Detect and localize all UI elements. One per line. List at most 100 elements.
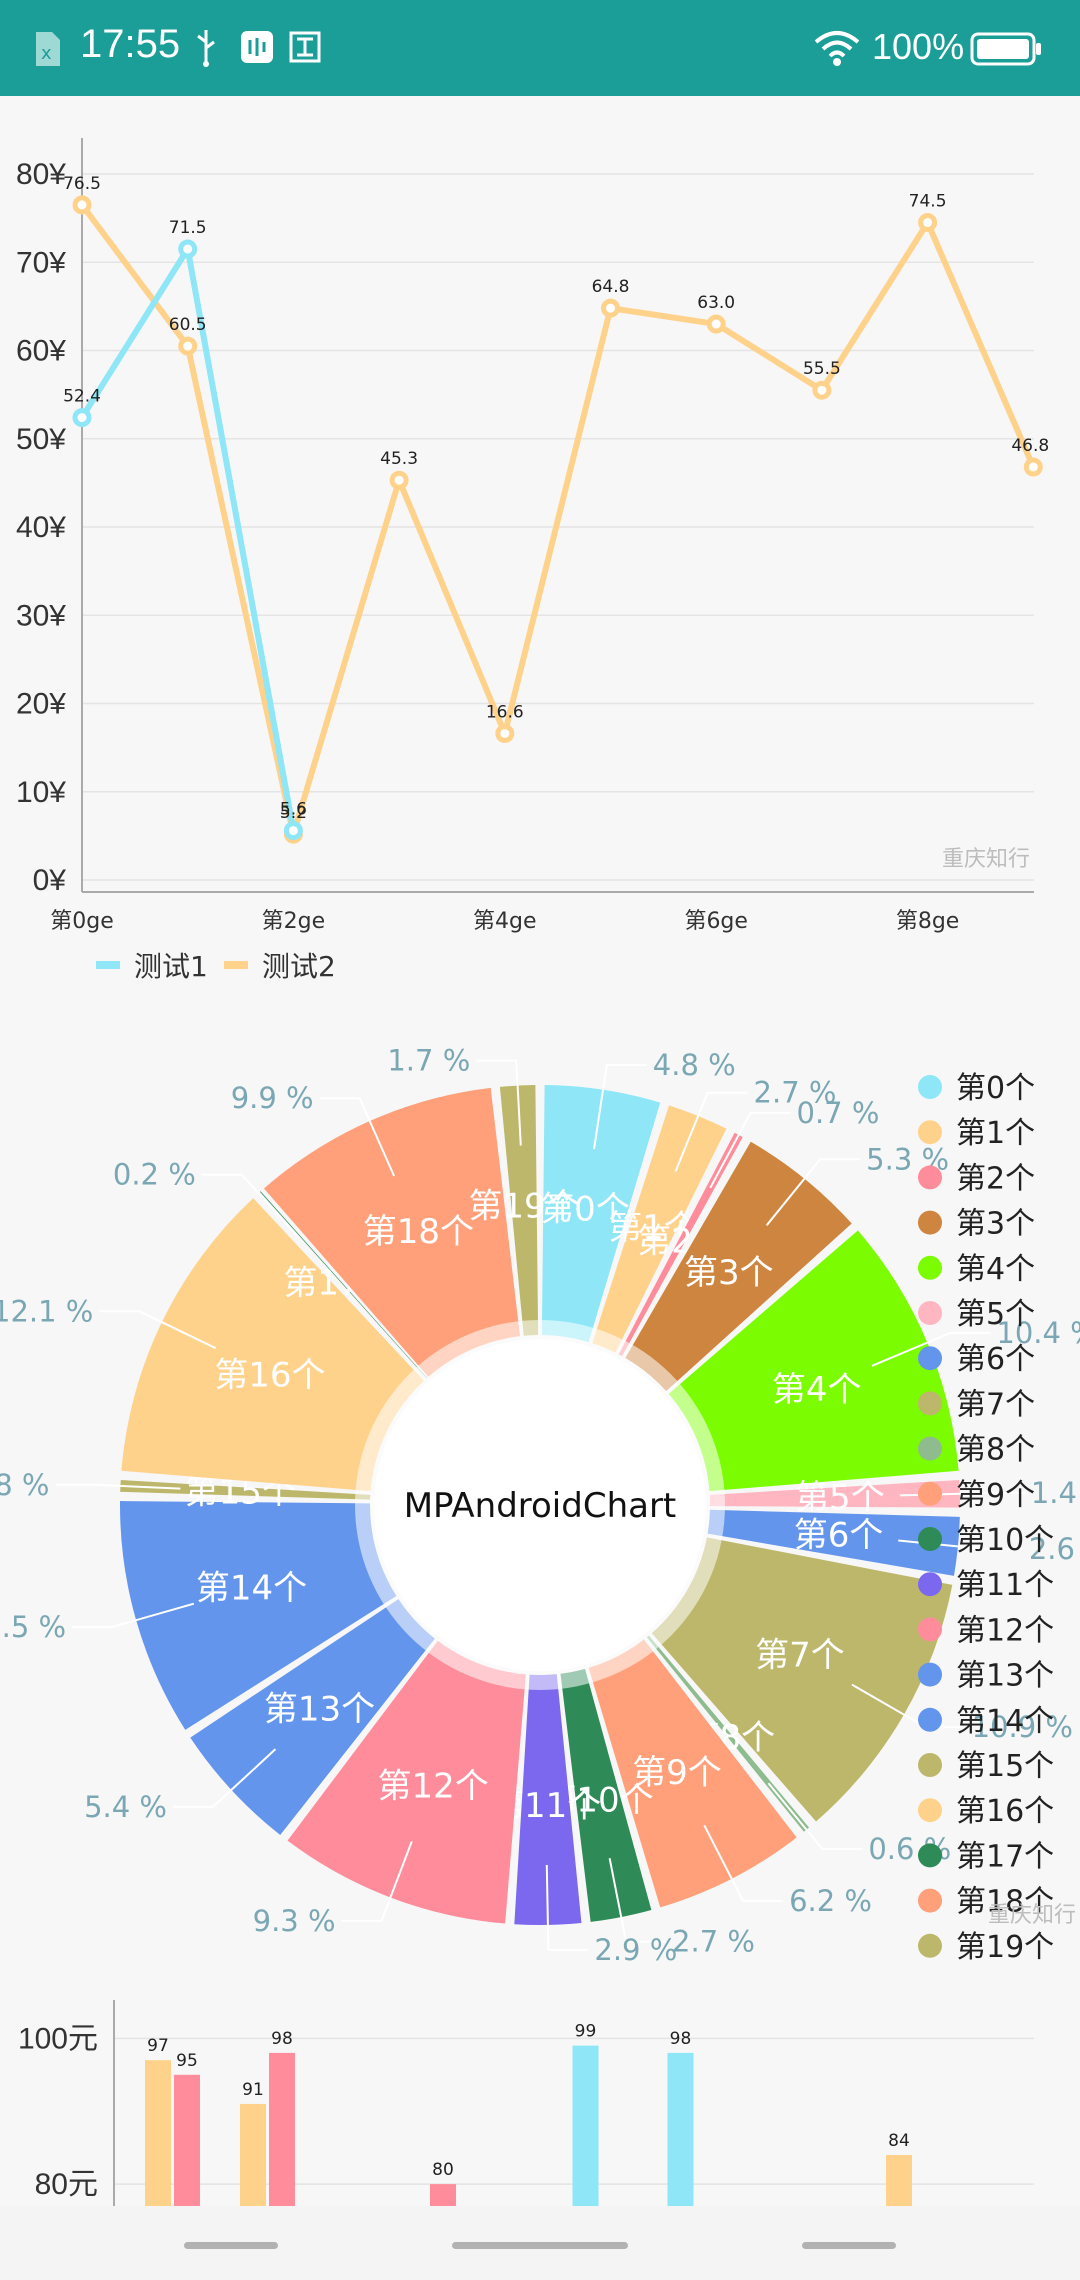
- slice-value-label: 4.8 %: [653, 1048, 736, 1082]
- x-tick-label: 第0ge: [50, 909, 114, 934]
- legend-label: 第19个: [956, 1930, 1054, 1965]
- legend-swatch: [918, 1798, 942, 1823]
- bar: [430, 2184, 456, 2206]
- legend-swatch: [918, 1933, 942, 1958]
- data-label: 76.5: [63, 174, 101, 194]
- series-point: [601, 298, 620, 318]
- screenshot-icon: [289, 31, 321, 63]
- legend-swatch: [918, 1481, 942, 1506]
- pie-chart[interactable]: 第0个4.8 %第1个2.7 %第2个0.7 %第3个5.3 %第4个10.4 …: [0, 1040, 1080, 1980]
- slice-label: 第4个: [772, 1370, 862, 1410]
- legend-swatch: [918, 1210, 942, 1235]
- slice-label: 第5个: [795, 1478, 885, 1518]
- legend-swatch: [918, 1662, 942, 1687]
- x-tick-label: 第6ge: [684, 909, 748, 934]
- x-tick-label: 第8ge: [896, 909, 960, 934]
- data-label: 74.5: [909, 192, 947, 212]
- bar-chart[interactable]: 80元 100元 97 95 91 98 80 99 98 84: [0, 1980, 1080, 2206]
- series-line-1: [79, 240, 297, 832]
- series-point: [72, 195, 92, 215]
- data-label: 55.5: [803, 359, 841, 379]
- slice-value-label: 0.7 %: [797, 1096, 880, 1130]
- legend-swatch: [918, 1527, 942, 1551]
- slice-label: 第13个: [264, 1689, 375, 1729]
- legend-swatch: [918, 1436, 942, 1461]
- bar: [145, 2060, 171, 2206]
- y-tick-label: 20¥: [16, 688, 66, 721]
- bar-value-label: 95: [176, 2051, 198, 2071]
- legend-label: 测试2: [262, 950, 336, 983]
- slice-value-label: 6.2 %: [789, 1884, 872, 1918]
- slice-value-label: 2.7 %: [672, 1925, 755, 1959]
- series-point: [495, 724, 515, 744]
- y-tick-label: 80元: [35, 2168, 98, 2201]
- y-tick-label: 70¥: [16, 246, 66, 279]
- slice-value-label: 0.8 %: [0, 1468, 49, 1502]
- nav-back-button[interactable]: [802, 2242, 896, 2249]
- legend-label: 第8个: [956, 1433, 1035, 1468]
- nav-menu-button[interactable]: [184, 2242, 278, 2249]
- slice-value-label: 9.9 %: [231, 1081, 314, 1115]
- slice-label: 第14个: [196, 1568, 307, 1608]
- bar-value-label: 98: [670, 2029, 692, 2049]
- pie-center-text: MPAndroidChart: [404, 1486, 677, 1526]
- x-tick-label: 第2ge: [262, 909, 326, 934]
- bar: [572, 2045, 599, 2206]
- legend-swatch: [918, 1301, 942, 1325]
- slice-value-label: 0.2 %: [113, 1158, 196, 1192]
- slice-value-label: 9.5 %: [0, 1610, 66, 1644]
- app-notification-icon: [241, 31, 273, 63]
- legend-label: 第17个: [956, 1839, 1054, 1874]
- legend-label: 第1个: [956, 1116, 1035, 1151]
- wifi-icon: [814, 31, 860, 66]
- bar: [667, 2052, 694, 2206]
- navigation-bar: [0, 2206, 1080, 2280]
- slice-value-label: 9.3 %: [253, 1904, 336, 1938]
- bar-value-label: 80: [432, 2160, 454, 2180]
- bar: [174, 2074, 200, 2206]
- legend-swatch: [918, 1075, 942, 1099]
- bar: [886, 2154, 912, 2206]
- legend-swatch: [918, 1753, 942, 1777]
- bar: [269, 2052, 295, 2206]
- legend-label: 第11个: [956, 1568, 1054, 1603]
- legend-swatch: [918, 1255, 942, 1280]
- line-chart[interactable]: 0¥ 10¥ 20¥ 30¥ 40¥ 50¥ 60¥ 70¥ 80¥ 第0ge 第2ge 第4ge 第6…: [0, 96, 1080, 1016]
- legend-label: 第0个: [956, 1071, 1035, 1106]
- data-label: 60.5: [169, 315, 207, 335]
- bar-value-label: 98: [271, 2029, 293, 2049]
- data-label: 46.8: [1011, 436, 1049, 456]
- slice-value-label: 5.4 %: [84, 1790, 167, 1824]
- legend-label: 第15个: [956, 1749, 1054, 1784]
- series-point: [918, 213, 938, 233]
- y-tick-label: 100元: [18, 2022, 98, 2055]
- usb-icon: [197, 30, 215, 67]
- slice-value-label: 1.4 %: [1031, 1476, 1080, 1510]
- data-label: 5.2: [280, 803, 307, 823]
- series-point: [283, 821, 303, 841]
- y-tick-label: 10¥: [16, 776, 66, 809]
- legend-swatch: [96, 961, 120, 969]
- legend-label: 第6个: [956, 1342, 1035, 1377]
- data-label: 45.3: [380, 449, 418, 469]
- y-tick-label: 30¥: [16, 599, 66, 632]
- nav-home-button[interactable]: [452, 2242, 628, 2249]
- series-point: [812, 380, 832, 400]
- legend-label: 第7个: [956, 1387, 1035, 1422]
- legend-swatch: [918, 1843, 942, 1868]
- bar-value-label: 91: [242, 2080, 264, 2100]
- data-label: 16.6: [486, 703, 524, 723]
- y-tick-label: 0¥: [33, 864, 67, 897]
- series-point: [706, 314, 726, 334]
- legend-swatch: [918, 1572, 942, 1597]
- bar-value-label: 97: [147, 2036, 169, 2056]
- bar: [240, 2103, 266, 2206]
- y-tick-label: 40¥: [16, 511, 66, 544]
- slice-value-label: 12.1 %: [0, 1294, 93, 1328]
- legend-label: 第4个: [956, 1252, 1035, 1287]
- slice-value-label: 1.7 %: [387, 1044, 470, 1078]
- chart-watermark: 重庆知行: [988, 1903, 1076, 1928]
- bar-value-label: 99: [575, 2022, 597, 2042]
- series-line-2: [79, 203, 1037, 835]
- legend-label: 第12个: [956, 1613, 1054, 1648]
